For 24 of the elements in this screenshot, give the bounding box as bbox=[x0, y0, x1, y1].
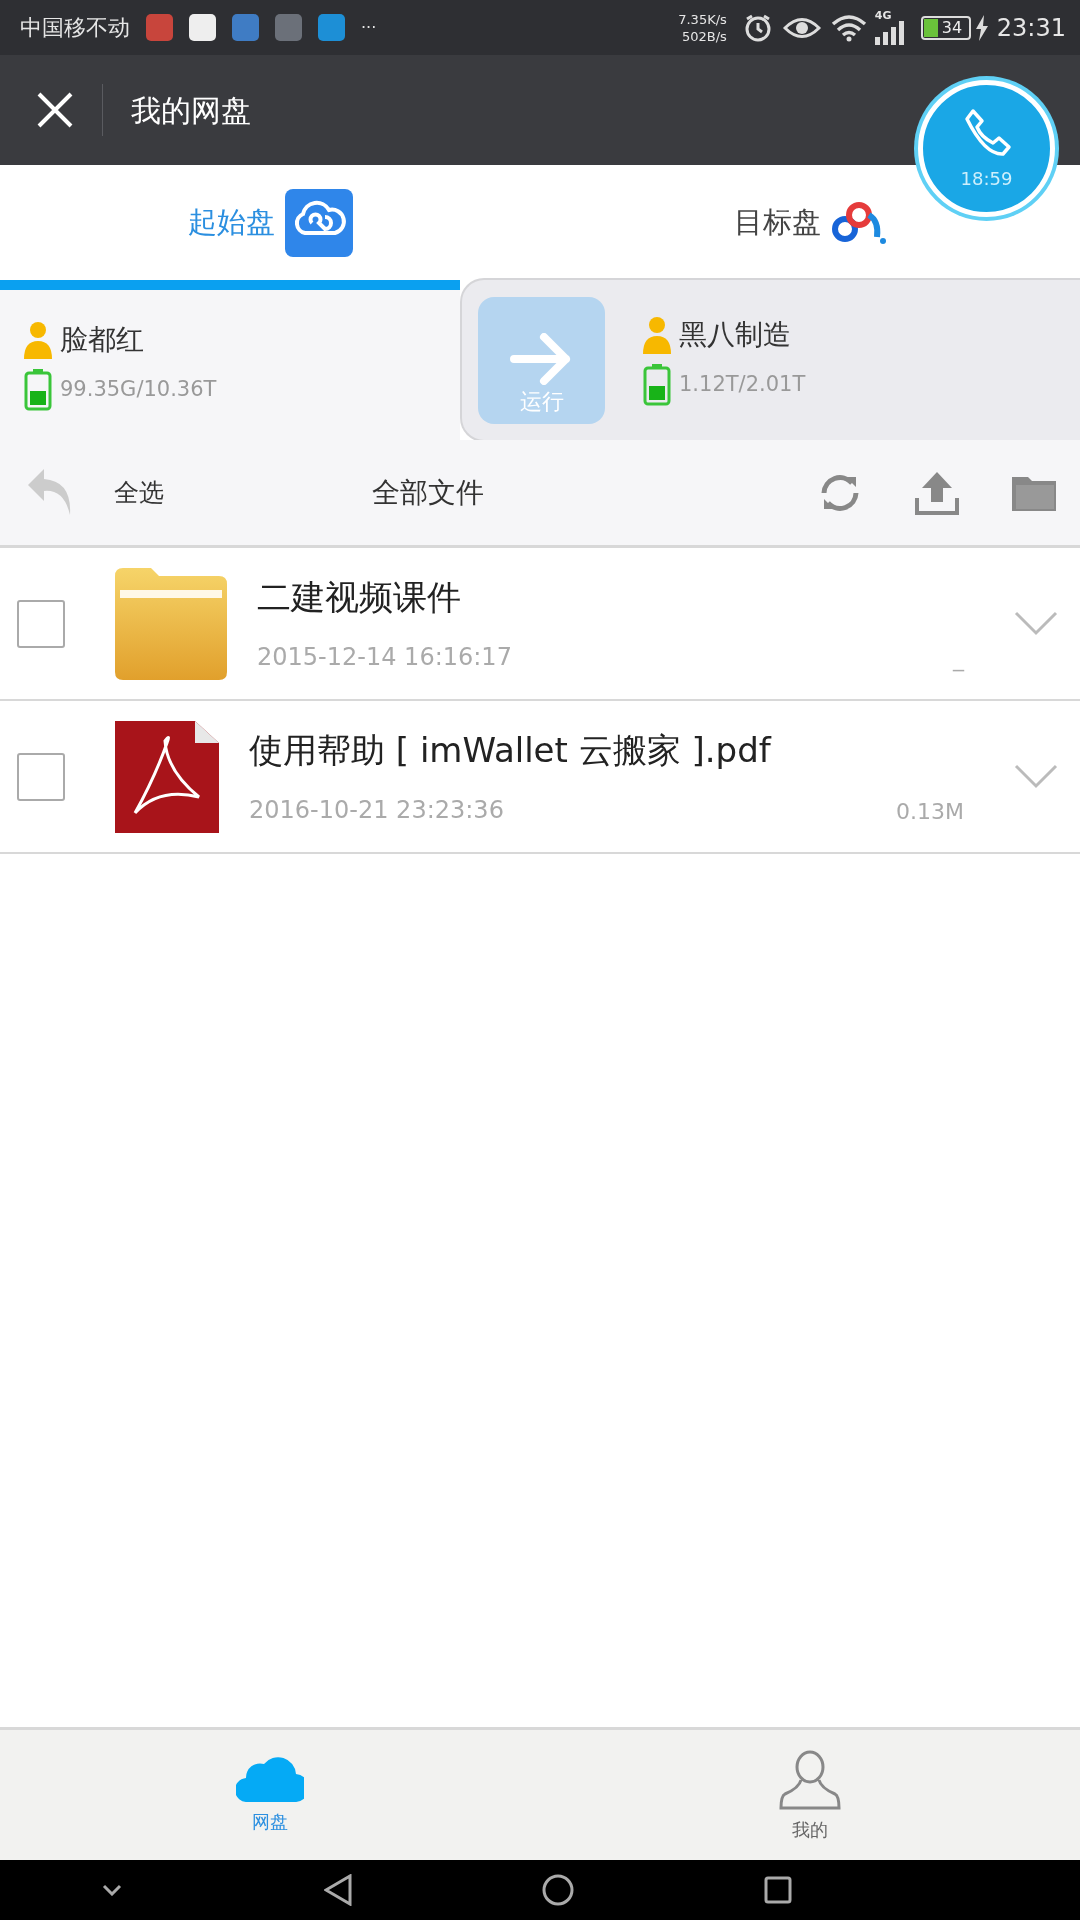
account-name: 黑八制造 bbox=[679, 317, 791, 353]
file-name: 二建视频课件 bbox=[257, 576, 462, 619]
storage-usage: 1.12T/2.01T bbox=[679, 371, 806, 399]
network-type: 4G bbox=[874, 10, 892, 21]
clock-time: 23:31 bbox=[996, 12, 1066, 44]
nav-tab[interactable]: 我的 bbox=[540, 1730, 1080, 1860]
disk-tab[interactable]: 起始盘 bbox=[0, 165, 540, 280]
window-title: 我的网盘 bbox=[131, 91, 251, 130]
download-speed: 7.35K/s bbox=[678, 10, 727, 28]
storage-usage: 99.35G/10.36T bbox=[60, 376, 217, 404]
more-dots: ··· bbox=[361, 16, 377, 39]
file-size: 0.13M bbox=[896, 798, 964, 826]
folder-title: 全部文件 bbox=[372, 474, 484, 511]
file-date: 2016-10-21 23:23:36 bbox=[249, 795, 504, 826]
account-name: 脸都红 bbox=[60, 322, 144, 358]
select-all-button[interactable]: 全选 bbox=[114, 473, 164, 512]
carrier-name: 中国移不动 bbox=[20, 14, 130, 42]
file-date: 2015-12-14 16:16:17 bbox=[257, 642, 512, 673]
file-size: _ bbox=[953, 645, 964, 674]
file-name: 使用帮助 [ imWallet 云搬家 ].pdf bbox=[249, 729, 773, 772]
nav-tab[interactable]: 网盘 bbox=[0, 1730, 540, 1860]
call-duration: 18:59 bbox=[960, 167, 1013, 191]
upload-speed: 502B/s bbox=[680, 27, 727, 45]
battery-indicator: 34 bbox=[920, 15, 971, 40]
